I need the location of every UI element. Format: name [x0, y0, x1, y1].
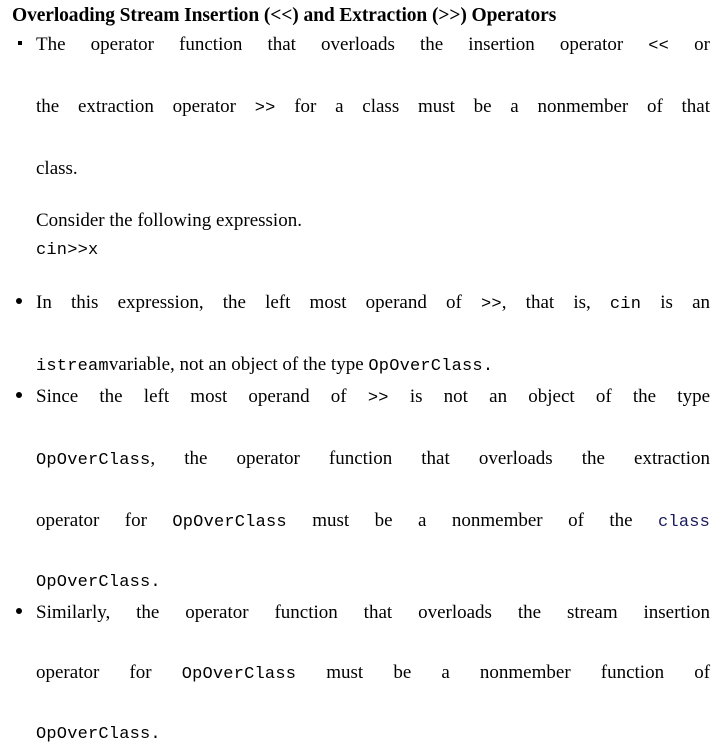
bullet1-line-3: class.: [36, 158, 78, 179]
list-item: Since the left most operand of >> is not…: [0, 382, 720, 598]
list-item: Similarly, the operator function that ov…: [0, 598, 720, 750]
bullet1-line2-text-b: for a class must be a nonmember of that: [294, 96, 710, 117]
bullet2-line1-text-b: , that is,: [501, 292, 591, 313]
bullet2-line1-text-c: is an: [660, 292, 711, 313]
bullet2-line2-text-a: variable, not an object of the type: [108, 354, 364, 375]
extraction-operator-code: >>: [367, 389, 389, 408]
bullet4-line-3: OpOverClass.: [36, 725, 161, 744]
bullet3-line1-text-a: Since the left most operand of: [36, 386, 347, 407]
square-bullet-icon: [18, 41, 22, 45]
list-item: The operator function that overloads the…: [0, 30, 720, 184]
opoverclass-code: OpOverClass: [172, 513, 287, 532]
class-keyword-code: class: [658, 513, 711, 532]
bullet2-line1-text-a: In this expression, the left most operan…: [36, 292, 462, 313]
slide-body: The operator function that overloads the…: [0, 30, 720, 750]
bullet3-line-4: OpOverClass.: [36, 573, 161, 592]
bullet1-line-2: the extraction operator >> for a class m…: [36, 92, 710, 154]
extraction-operator-code: >>: [254, 99, 276, 118]
bullet1-line2-text-a: the extraction operator: [36, 96, 236, 117]
bullet3-line-1: Since the left most operand of >> is not…: [36, 382, 710, 444]
round-bullet-icon: [16, 608, 22, 614]
extraction-operator-code: >>: [480, 295, 502, 314]
cin-code: cin: [609, 295, 642, 314]
bullet1-line1-text-a: The operator function that overloads the…: [36, 34, 624, 55]
bullet3-line2-text-a: , the operator function that overloads t…: [150, 448, 710, 469]
bullet4-line-2: operator for OpOverClass must be a nonme…: [36, 658, 710, 720]
opoverclass-code: OpOverClass: [181, 665, 297, 684]
insertion-operator-code: <<: [648, 37, 670, 56]
bullet2-line-2: istreamvariable, not an object of the ty…: [36, 350, 710, 382]
bullet3-line1-text-b: is not an object of the type: [409, 386, 710, 407]
bullet3-line-2: OpOverClass, the operator function that …: [36, 444, 710, 506]
bullet1-line1-text-b: or: [694, 34, 710, 55]
page-title: Overloading Stream Insertion (<<) and Ex…: [12, 5, 557, 26]
bullet3-line3-text-a: operator for: [36, 510, 147, 531]
bullet3-line3-text-b: must be a nonmember of the: [312, 510, 633, 531]
bullet2-line2-period: .: [482, 357, 494, 376]
list-item: In this expression, the left most operan…: [0, 288, 720, 382]
round-bullet-icon: [16, 298, 22, 304]
slide: Overloading Stream Insertion (<<) and Ex…: [0, 0, 720, 744]
expression-code: cin>>x: [36, 241, 99, 260]
bullet4-line-1: Similarly, the operator function that ov…: [36, 602, 710, 623]
opoverclass-code: OpOverClass: [36, 451, 151, 470]
round-bullet-icon: [16, 392, 22, 398]
bullet3-line-3: operator for OpOverClass must be a nonme…: [36, 506, 710, 568]
bullet1-line-1: The operator function that overloads the…: [36, 30, 710, 92]
bullet4-line2-text-a: operator for: [36, 662, 152, 683]
bullet4-line2-text-b: must be a nonmember function of: [326, 662, 711, 683]
opoverclass-code: OpOverClass: [368, 357, 483, 376]
consider-text: Consider the following expression.: [36, 210, 302, 231]
bullet2-line-1: In this expression, the left most operan…: [36, 288, 710, 350]
istream-code: istream: [36, 357, 109, 376]
